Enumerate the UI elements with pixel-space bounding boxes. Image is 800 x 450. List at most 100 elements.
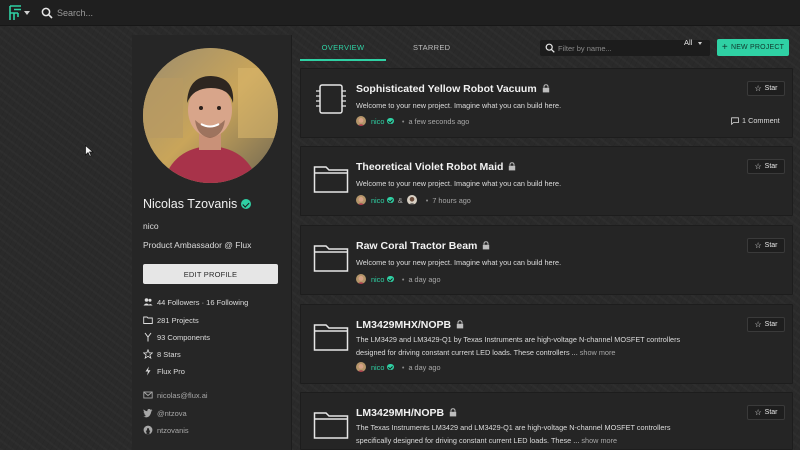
lock-icon (449, 408, 457, 417)
show-more-link[interactable]: show more (581, 436, 617, 445)
star-button[interactable]: ☆ Star (747, 81, 785, 96)
profile-name: Nicolas Tzovanis (143, 197, 252, 211)
project-description: Welcome to your new project. Imagine wha… (356, 179, 562, 188)
plan-stat: Flux Pro (143, 366, 185, 376)
timestamp: 7 hours ago (432, 195, 471, 205)
profile-role: Product Ambassador @ Flux (143, 240, 252, 250)
author-link[interactable]: nico (371, 275, 384, 284)
project-title[interactable]: Sophisticated Yellow Robot Vacuum (356, 83, 550, 95)
folder-icon (143, 316, 153, 324)
tab-bar: OVERVIEW STARRED All +NEW PROJECT (300, 35, 800, 61)
separator-dot: • (425, 195, 429, 205)
github-icon (143, 425, 153, 435)
project-title[interactable]: Raw Coral Tractor Beam (356, 240, 490, 252)
tab-starred[interactable]: STARRED (413, 35, 450, 61)
star-icon (143, 349, 153, 359)
show-more-link[interactable]: show more (580, 348, 616, 357)
project-meta: nico • a few seconds ago (356, 116, 469, 126)
avatar (143, 48, 278, 183)
project-meta: nico • a day ago (356, 274, 441, 284)
project-title[interactable]: Theoretical Violet Robot Maid (356, 161, 516, 173)
avatar (356, 195, 366, 205)
project-title[interactable]: LM3429MH/NOPB (356, 407, 457, 419)
lock-icon (483, 241, 490, 250)
github-stat[interactable]: ntzovanis (143, 425, 189, 435)
search-icon (545, 43, 555, 53)
avatar (356, 274, 366, 284)
separator-dot: • (401, 362, 405, 372)
author-link[interactable]: nico (371, 196, 384, 205)
star-icon: ☆ (754, 84, 762, 93)
email-stat[interactable]: nicolas@flux.ai (143, 390, 208, 400)
folder-icon (313, 412, 349, 439)
project-description: The LM3429 and LM3429-Q1 by Texas Instru… (356, 335, 681, 357)
folder-icon (313, 324, 349, 351)
profile-handle: nico (143, 221, 159, 231)
stars-stat[interactable]: 8 Stars (143, 349, 181, 359)
verified-icon (387, 275, 394, 283)
star-icon: ☆ (754, 408, 762, 417)
verified-icon (387, 117, 394, 125)
edit-profile-button[interactable]: EDIT PROFILE (143, 264, 278, 284)
tab-overview[interactable]: OVERVIEW (300, 35, 386, 61)
components-stat[interactable]: 93 Components (143, 332, 210, 342)
author-link[interactable]: nico (371, 363, 384, 372)
filter-select[interactable]: All (684, 35, 692, 51)
timestamp: a day ago (408, 274, 441, 284)
project-meta: nico • a day ago (356, 362, 441, 372)
project-description: Welcome to your new project. Imagine wha… (356, 101, 562, 110)
lightning-icon (145, 366, 151, 376)
new-project-button[interactable]: + NEW PROJECT (717, 39, 789, 56)
folder-icon (313, 245, 349, 272)
search-input[interactable] (57, 5, 357, 21)
project-card[interactable]: Theoretical Violet Robot Maid Welcome to… (300, 146, 793, 216)
top-bar (0, 0, 800, 26)
mouse-cursor-icon (85, 145, 94, 157)
star-button[interactable]: ☆ Star (747, 159, 785, 174)
star-button[interactable]: ☆ Star (747, 405, 785, 420)
timestamp: a day ago (408, 362, 441, 372)
project-card[interactable]: LM3429MH/NOPB The Texas Instruments LM34… (300, 392, 793, 450)
project-meta: nico & • 7 hours ago (356, 195, 471, 205)
twitter-stat[interactable]: @ntzova (143, 408, 187, 418)
plus-icon: + (721, 42, 728, 53)
project-card[interactable]: Raw Coral Tractor Beam Welcome to your n… (300, 225, 793, 295)
twitter-icon (143, 409, 153, 418)
project-description: The Texas Instruments LM3429 and LM3429-… (356, 423, 671, 445)
collaborator-avatar[interactable] (406, 195, 417, 205)
project-description: Welcome to your new project. Imagine wha… (356, 258, 562, 267)
followers-stat[interactable]: 44 Followers · 16 Following (143, 297, 248, 307)
comments-link[interactable]: 1 Comment (731, 116, 780, 125)
projects-stat[interactable]: 281 Projects (143, 315, 199, 325)
folder-icon (313, 166, 349, 193)
lock-icon (509, 162, 516, 171)
chevron-down-icon[interactable] (698, 42, 702, 45)
flux-logo-icon[interactable] (9, 5, 22, 21)
verified-icon (387, 196, 394, 204)
filter-input[interactable] (558, 41, 668, 55)
profile-panel: Nicolas Tzovanis nico Product Ambassador… (132, 35, 292, 450)
project-title[interactable]: LM3429MHX/NOPB (356, 319, 464, 331)
search-icon (41, 7, 53, 19)
verified-icon (387, 363, 394, 371)
mail-icon (143, 391, 153, 399)
avatar (356, 362, 366, 372)
lock-icon (542, 84, 549, 93)
project-card[interactable]: Sophisticated Yellow Robot Vacuum Welcom… (300, 68, 793, 138)
star-icon: ☆ (754, 320, 762, 329)
caret-down-icon[interactable] (24, 11, 30, 15)
star-button[interactable]: ☆ Star (747, 317, 785, 332)
project-card[interactable]: LM3429MHX/NOPB The LM3429 and LM3429-Q1 … (300, 304, 793, 384)
separator-dot: • (401, 116, 405, 126)
star-button[interactable]: ☆ Star (747, 238, 785, 253)
comment-icon (731, 116, 739, 125)
verified-icon (241, 199, 252, 209)
chip-icon (316, 84, 346, 114)
lock-icon (456, 320, 464, 329)
avatar (356, 116, 366, 126)
author-link[interactable]: nico (371, 117, 384, 126)
star-icon: ☆ (754, 241, 762, 250)
star-icon: ☆ (754, 162, 762, 171)
branch-icon (144, 332, 152, 342)
timestamp: a few seconds ago (408, 116, 470, 126)
